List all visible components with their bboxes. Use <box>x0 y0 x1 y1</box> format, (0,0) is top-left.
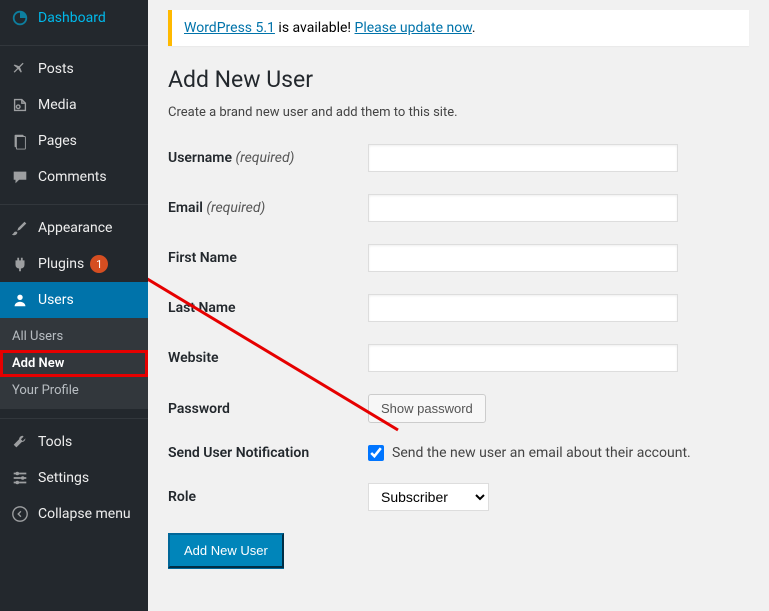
sidebar-item-label: Plugins <box>38 256 84 272</box>
website-input[interactable] <box>368 344 678 372</box>
email-label: Email (required) <box>168 200 368 216</box>
sidebar-item-label: Collapse menu <box>38 506 131 522</box>
media-icon <box>10 95 30 115</box>
sidebar-item-plugins[interactable]: Plugins 1 <box>0 246 148 282</box>
sidebar-item-pages[interactable]: Pages <box>0 123 148 159</box>
notification-text: Send the new user an email about their a… <box>392 445 691 461</box>
firstname-label: First Name <box>168 250 368 266</box>
add-new-user-button[interactable]: Add New User <box>168 533 284 568</box>
submenu-your-profile[interactable]: Your Profile <box>0 377 148 404</box>
wrench-icon <box>10 432 30 452</box>
page-icon <box>10 131 30 151</box>
password-label: Password <box>168 401 368 417</box>
role-label: Role <box>168 489 368 505</box>
sidebar-item-appearance[interactable]: Appearance <box>0 210 148 246</box>
sidebar-item-label: Appearance <box>38 220 112 236</box>
username-label: Username (required) <box>168 150 368 166</box>
submenu-add-new[interactable]: Add New <box>0 350 148 377</box>
sidebar-item-label: Comments <box>38 169 107 185</box>
notice-suffix: . <box>472 20 476 36</box>
sidebar-item-label: Settings <box>38 470 89 486</box>
brush-icon <box>10 218 30 238</box>
sidebar-item-comments[interactable]: Comments <box>0 159 148 195</box>
collapse-icon <box>10 504 30 524</box>
website-label: Website <box>168 350 368 366</box>
sidebar-item-dashboard[interactable]: Dashboard <box>0 0 148 36</box>
sidebar-item-label: Users <box>38 292 74 308</box>
sidebar-separator <box>0 200 148 205</box>
show-password-button[interactable]: Show password <box>368 394 486 423</box>
sidebar-item-label: Posts <box>38 61 74 77</box>
username-input[interactable] <box>368 144 678 172</box>
sidebar-item-tools[interactable]: Tools <box>0 424 148 460</box>
comment-icon <box>10 167 30 187</box>
sidebar-item-label: Media <box>38 97 77 113</box>
submenu-all-users[interactable]: All Users <box>0 323 148 350</box>
sidebar-item-label: Tools <box>38 434 72 450</box>
firstname-input[interactable] <box>368 244 678 272</box>
notice-text: is available! <box>275 20 355 36</box>
sidebar-item-collapse[interactable]: Collapse menu <box>0 496 148 532</box>
email-input[interactable] <box>368 194 678 222</box>
update-now-link[interactable]: Please update now <box>355 20 472 36</box>
sidebar-item-label: Dashboard <box>38 10 106 26</box>
page-subtitle: Create a brand new user and add them to … <box>168 105 749 120</box>
notification-checkbox[interactable] <box>368 445 384 461</box>
lastname-input[interactable] <box>368 294 678 322</box>
sliders-icon <box>10 468 30 488</box>
update-notice: WordPress 5.1 is available! Please updat… <box>168 10 749 46</box>
sidebar-item-settings[interactable]: Settings <box>0 460 148 496</box>
sidebar-item-label: Pages <box>38 133 77 149</box>
pin-icon <box>10 59 30 79</box>
sidebar-separator <box>0 41 148 46</box>
admin-sidebar: Dashboard Posts Media Pages Comments App… <box>0 0 148 611</box>
main-content: WordPress 5.1 is available! Please updat… <box>148 0 769 611</box>
users-submenu: All Users Add New Your Profile <box>0 318 148 409</box>
dashboard-icon <box>10 8 30 28</box>
sidebar-item-posts[interactable]: Posts <box>0 51 148 87</box>
sidebar-item-media[interactable]: Media <box>0 87 148 123</box>
user-icon <box>10 290 30 310</box>
plug-icon <box>10 254 30 274</box>
page-title: Add New User <box>168 66 749 93</box>
role-select[interactable]: Subscriber <box>368 483 489 511</box>
sidebar-separator <box>0 414 148 419</box>
lastname-label: Last Name <box>168 300 368 316</box>
update-badge: 1 <box>90 255 108 273</box>
notification-label: Send User Notification <box>168 445 368 461</box>
sidebar-item-users[interactable]: Users <box>0 282 148 318</box>
wordpress-version-link[interactable]: WordPress 5.1 <box>184 20 275 36</box>
